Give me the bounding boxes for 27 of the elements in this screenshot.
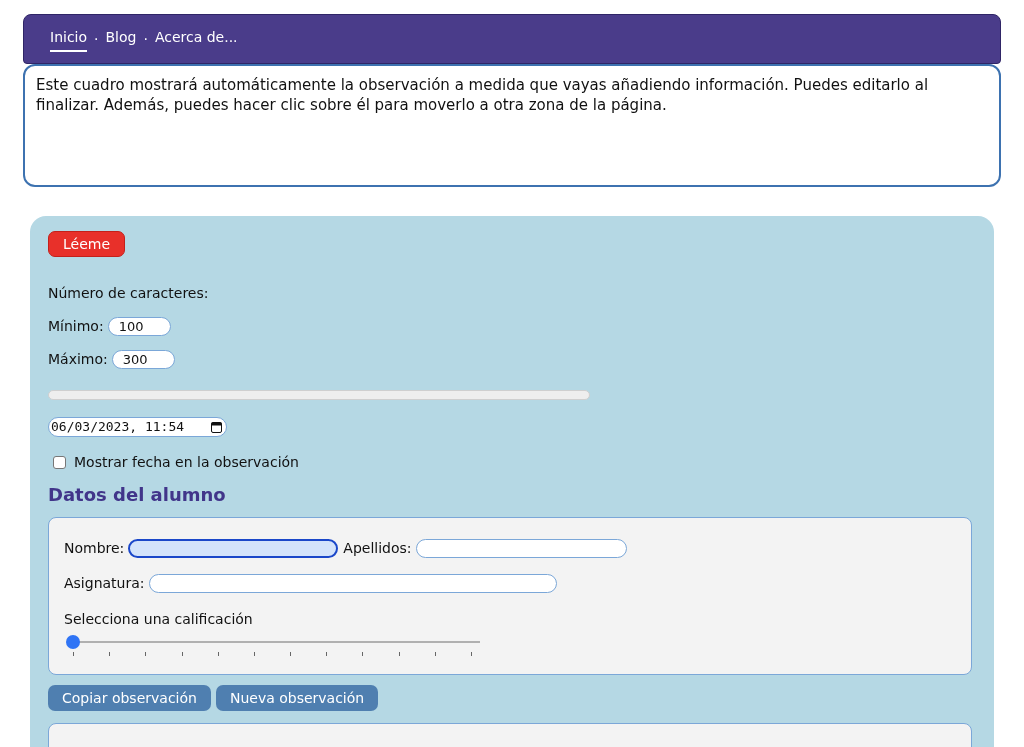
field-label: Mínimo:: [48, 317, 104, 336]
checkbox-label: Mostrar fecha en la observación: [74, 453, 299, 472]
field-label: Nombre:: [64, 539, 125, 558]
text-field[interactable]: [415, 539, 627, 558]
separator-dot: ·: [94, 29, 99, 49]
section-label: Número de caracteres:: [48, 284, 210, 303]
field-label: Asignatura:: [64, 574, 145, 593]
calendar-icon[interactable]: [211, 421, 222, 433]
nav-link[interactable]: Blog: [105, 26, 137, 52]
observation-textarea[interactable]: Este cuadro mostrará automáticamente la observación a medida que vayas añadiendo información. Puedes editarlo al finalizar. Además, puedes hacer clic sobre él para moverlo a otra zona de la página.: [23, 64, 1001, 187]
slider-thumb[interactable]: [66, 635, 80, 649]
number-field[interactable]: 100: [107, 317, 171, 336]
action-button[interactable]: Nueva observación: [215, 685, 379, 711]
text-field[interactable]: [128, 539, 339, 558]
nav-link[interactable]: Inicio: [50, 26, 88, 52]
readme-button[interactable]: Léeme: [48, 231, 126, 257]
number-field[interactable]: 300: [111, 350, 175, 369]
field-label: Apellidos:: [343, 539, 412, 558]
field-label: Máximo:: [48, 350, 108, 369]
separator-dot: ·: [143, 29, 148, 49]
action-button[interactable]: Copiar observación: [48, 685, 211, 711]
checkbox[interactable]: [53, 456, 66, 469]
datetime-field[interactable]: 06/03/2023, 11:54: [48, 417, 227, 437]
slider-label: Selecciona una calificación: [64, 610, 254, 629]
section-title: Datos del alumno: [48, 483, 227, 507]
nav-link[interactable]: Acerca de...: [154, 26, 238, 52]
text-field[interactable]: [148, 574, 557, 593]
